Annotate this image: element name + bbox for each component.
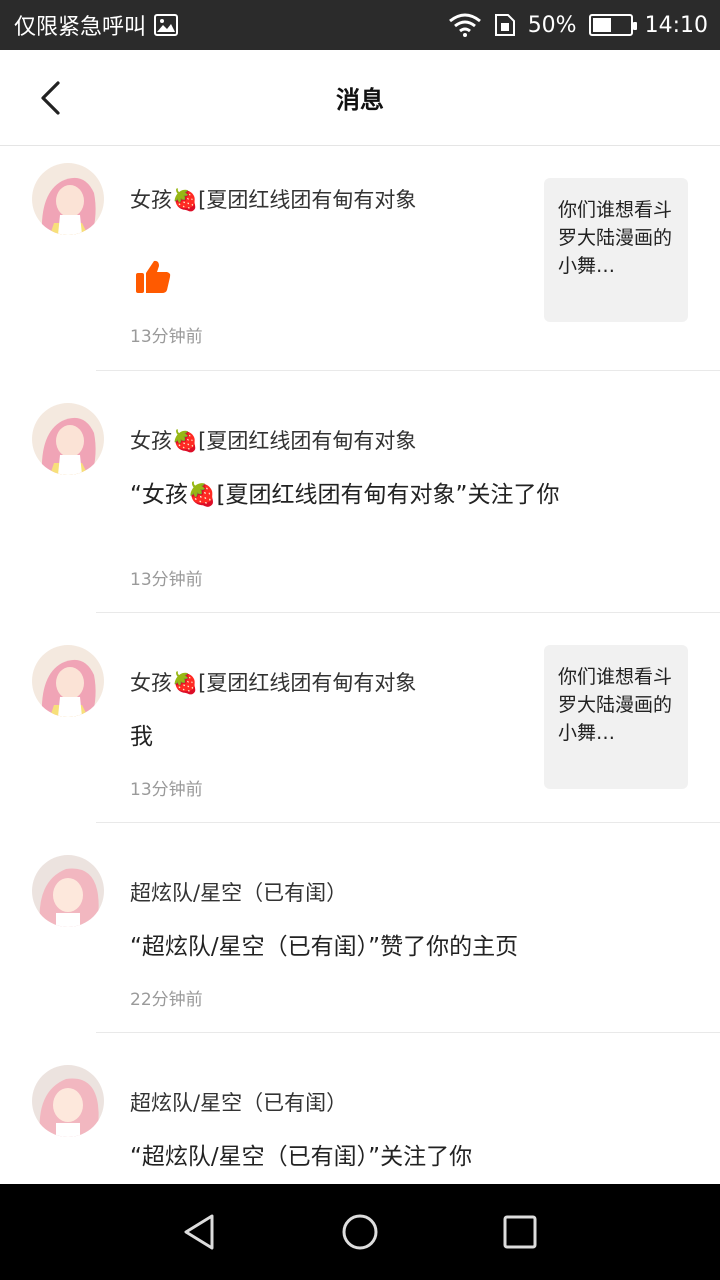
timestamp: 13分钟前 (130, 327, 203, 347)
triangle-back-icon (184, 1214, 214, 1250)
timestamp: 13分钟前 (130, 570, 203, 590)
post-thumbnail[interactable]: 你们谁想看斗罗大陆漫画的小舞… (544, 178, 688, 322)
avatar[interactable] (32, 163, 104, 235)
list-item[interactable]: 女孩🍓[夏团红线团有甸有对象 “女孩🍓[夏团红线团有甸有对象”关注了你 13分钟… (0, 371, 720, 613)
list-item[interactable]: 女孩🍓[夏团红线团有甸有对象 我 13分钟前 你们谁想看斗罗大陆漫画的小舞… (0, 613, 720, 823)
username[interactable]: 女孩🍓[夏团红线团有甸有对象 (130, 425, 416, 455)
message-list: 女孩🍓[夏团红线团有甸有对象 13分钟前 你们谁想看斗罗大陆漫画的小舞… 女孩🍓… (0, 146, 720, 1185)
status-right: 50% 14:10 (448, 13, 708, 38)
message-content: “女孩🍓[夏团红线团有甸有对象”关注了你 (130, 482, 560, 508)
sim-icon (494, 13, 516, 37)
clock: 14:10 (644, 12, 708, 38)
list-item[interactable]: 女孩🍓[夏团红线团有甸有对象 13分钟前 你们谁想看斗罗大陆漫画的小舞… (0, 146, 720, 371)
username[interactable]: 女孩🍓[夏团红线团有甸有对象 (130, 667, 416, 697)
wifi-icon (448, 13, 482, 37)
message-content: “超炫队/星空（已有闺）”赞了你的主页 (130, 934, 519, 960)
image-icon (154, 14, 179, 36)
battery-text: 50% (527, 12, 577, 38)
header: 消息 (0, 50, 720, 146)
username[interactable]: 女孩🍓[夏团红线团有甸有对象 (130, 184, 416, 214)
message-content: “超炫队/星空（已有闺）”关注了你 (130, 1144, 473, 1170)
status-bar: 仅限紧急呼叫 50% 14:10 (0, 0, 720, 50)
avatar[interactable] (32, 645, 104, 717)
page-title: 消息 (336, 86, 384, 114)
back-nav-button[interactable] (170, 1202, 230, 1262)
recents-nav-button[interactable] (490, 1202, 550, 1262)
navigation-bar (0, 1184, 720, 1280)
status-left: 仅限紧急呼叫 (14, 9, 179, 41)
thumbnail-text: 你们谁想看斗罗大陆漫画的小舞… (558, 666, 673, 744)
thumbs-up-icon (134, 258, 172, 300)
battery-icon (588, 14, 637, 36)
list-item[interactable]: 超炫队/星空（已有闺） “超炫队/星空（已有闺）”关注了你 (0, 1033, 720, 1185)
message-content: 我 (130, 724, 153, 750)
avatar[interactable] (32, 1065, 104, 1137)
home-nav-button[interactable] (330, 1202, 390, 1262)
timestamp: 13分钟前 (130, 780, 203, 800)
list-item[interactable]: 超炫队/星空（已有闺） “超炫队/星空（已有闺）”赞了你的主页 22分钟前 (0, 823, 720, 1033)
avatar[interactable] (32, 855, 104, 927)
thumbnail-text: 你们谁想看斗罗大陆漫画的小舞… (558, 199, 673, 277)
timestamp: 22分钟前 (130, 990, 203, 1010)
username[interactable]: 超炫队/星空（已有闺） (130, 877, 347, 907)
username[interactable]: 超炫队/星空（已有闺） (130, 1087, 347, 1117)
square-recents-icon (503, 1215, 537, 1249)
avatar[interactable] (32, 403, 104, 475)
circle-home-icon (342, 1214, 378, 1250)
carrier-text: 仅限紧急呼叫 (14, 15, 147, 40)
post-thumbnail[interactable]: 你们谁想看斗罗大陆漫画的小舞… (544, 645, 688, 789)
